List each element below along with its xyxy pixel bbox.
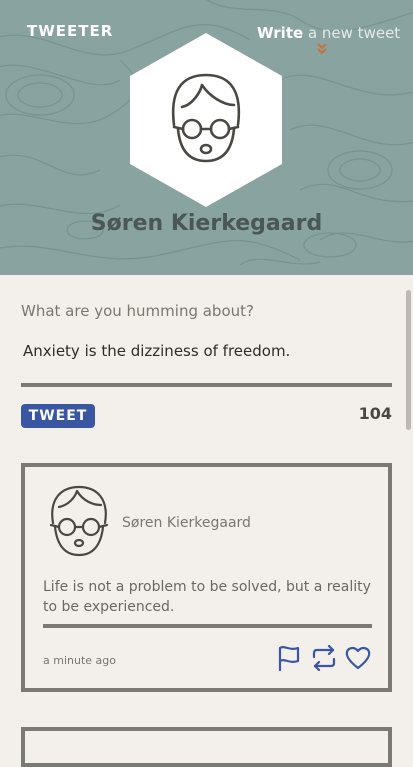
heart-icon[interactable] — [345, 645, 371, 671]
app-logo[interactable]: TWEETER — [27, 22, 113, 40]
tweet-input[interactable]: Anxiety is the dizziness of freedom. — [23, 342, 290, 360]
tweet-text: Life is not a problem to be solved, but … — [43, 579, 371, 615]
retweet-icon[interactable] — [311, 645, 337, 671]
flag-icon[interactable] — [277, 645, 301, 671]
profile-header: TWEETER Write a new tweet Søren Kierkega… — [0, 0, 413, 275]
composer-prompt: What are you humming about? — [21, 302, 254, 320]
char-counter: 104 — [358, 404, 392, 423]
profile-avatar — [130, 33, 282, 207]
scrollbar-thumb[interactable] — [406, 290, 411, 430]
tweet-author-avatar — [49, 485, 109, 557]
tweet-divider — [43, 624, 372, 628]
profile-name: Søren Kierkegaard — [90, 211, 323, 236]
chevron-down-icon[interactable] — [316, 42, 328, 56]
tweet-card — [21, 727, 392, 767]
composer-underline — [21, 383, 392, 387]
tweet-card: Søren Kierkegaard Life is not a problem … — [21, 463, 392, 692]
tweet-button[interactable]: TWEET — [21, 404, 95, 428]
tweet-timestamp: a minute ago — [43, 654, 116, 667]
tweet-author-name: Søren Kierkegaard — [122, 515, 251, 531]
write-link-light: a new tweet — [307, 24, 401, 42]
